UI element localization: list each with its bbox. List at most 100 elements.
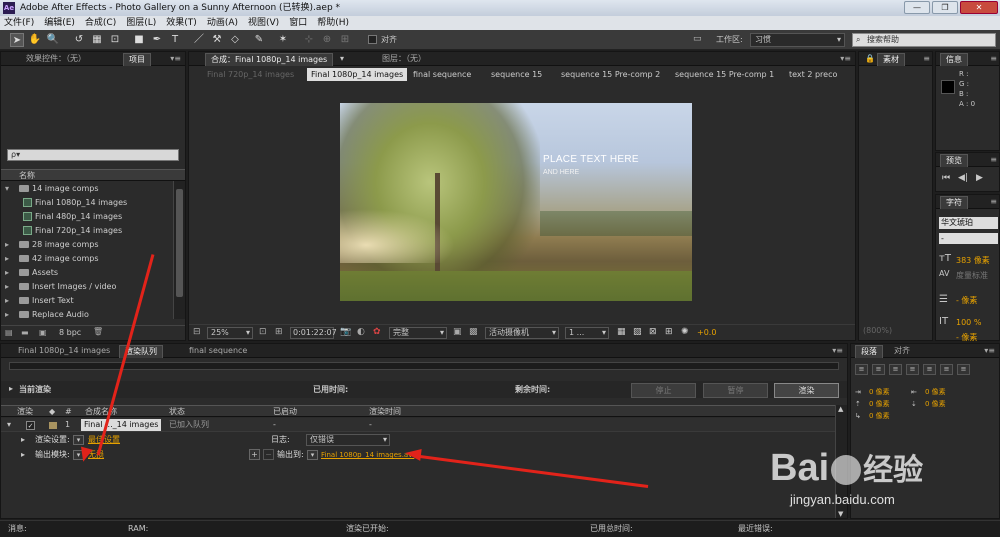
- new-folder-icon[interactable]: ▬: [21, 328, 29, 337]
- bit-depth-button[interactable]: 8 bpc: [59, 328, 81, 337]
- disclosure-closed-icon[interactable]: ▸: [5, 280, 13, 294]
- list-item[interactable]: ▸ Insert Images / video: [5, 280, 173, 294]
- list-item[interactable]: ▸ Insert Text: [5, 294, 173, 308]
- column-started[interactable]: 已启动: [273, 406, 297, 418]
- render-checkbox[interactable]: ✓: [26, 421, 35, 430]
- project-scrollbar[interactable]: [173, 181, 185, 319]
- render-button[interactable]: 渲染: [774, 383, 839, 398]
- breadcrumb-item[interactable]: final sequence: [413, 68, 471, 82]
- timecode-field[interactable]: 0:01:22:07: [290, 327, 337, 339]
- align-right-icon[interactable]: ≡: [889, 364, 902, 375]
- disclosure-closed-icon[interactable]: ▸: [5, 308, 13, 319]
- timeline-icon[interactable]: ⊠: [649, 327, 657, 337]
- tab-composition[interactable]: 合成：Final 1080p_14 images: [205, 53, 334, 66]
- font-style-select[interactable]: -: [939, 233, 998, 244]
- breadcrumb-item-active[interactable]: Final 1080p_14 images: [307, 68, 408, 81]
- roto-brush-tool-icon[interactable]: ✎: [252, 33, 266, 47]
- brush-tool-icon[interactable]: ／: [192, 33, 206, 47]
- column-render-time[interactable]: 渲染时间: [369, 406, 401, 418]
- tab-paragraph[interactable]: 段落: [855, 345, 883, 358]
- minimize-button[interactable]: —: [904, 1, 930, 14]
- tab-project[interactable]: 项目: [123, 53, 151, 66]
- disclosure-closed-icon[interactable]: ▸: [5, 238, 13, 252]
- pan-behind-tool-icon[interactable]: ⊡: [108, 33, 122, 47]
- rotate-tool-icon[interactable]: ↺: [72, 33, 86, 47]
- pen-tool-icon[interactable]: ✒: [150, 33, 164, 47]
- snap-checkbox[interactable]: [368, 35, 377, 44]
- column-index[interactable]: #: [65, 406, 72, 418]
- footage-zoom[interactable]: (800%): [863, 326, 923, 338]
- close-button[interactable]: ✕: [960, 1, 998, 14]
- justify-left-icon[interactable]: ≡: [906, 364, 919, 375]
- rectangle-tool-icon[interactable]: ■: [132, 33, 146, 47]
- tab-layer[interactable]: 图层：（无）: [377, 53, 431, 66]
- axis-mode-icon[interactable]: ⊹: [302, 33, 316, 47]
- comp-dropdown-icon[interactable]: ▾: [340, 54, 344, 63]
- render-settings-dropdown[interactable]: ▾: [73, 435, 84, 445]
- play-icon[interactable]: ▶: [976, 173, 983, 183]
- fast-preview-icon[interactable]: ▧: [633, 327, 642, 337]
- eraser-tool-icon[interactable]: ◇: [228, 33, 242, 47]
- panel-menu-icon[interactable]: ≡: [990, 155, 997, 164]
- camera-tool-icon[interactable]: ▦: [90, 33, 104, 47]
- safe-margins-icon[interactable]: ⊡: [259, 327, 267, 337]
- scroll-up-icon[interactable]: ▲: [838, 405, 843, 413]
- scrollbar-thumb[interactable]: [176, 189, 183, 297]
- new-comp-icon[interactable]: ▣: [39, 328, 47, 337]
- justify-center-icon[interactable]: ≡: [923, 364, 936, 375]
- disclosure-open-icon[interactable]: ▾: [5, 182, 13, 196]
- panel-menu-icon[interactable]: ≡: [923, 54, 930, 63]
- maximize-button[interactable]: ❐: [932, 1, 958, 14]
- log-select[interactable]: 仅错误 ▾: [306, 434, 390, 446]
- disclosure-closed-icon[interactable]: ▸: [21, 433, 25, 447]
- tab-footage[interactable]: 素材: [877, 53, 905, 66]
- expand-current-render-icon[interactable]: ▸: [9, 384, 13, 393]
- list-item[interactable]: ▸ 28 image comps: [5, 238, 173, 252]
- selection-tool-icon[interactable]: ➤: [10, 33, 24, 47]
- font-family-select[interactable]: 华文琥珀: [939, 217, 998, 229]
- add-output-module-button[interactable]: +: [249, 449, 260, 460]
- stop-button[interactable]: 停止: [631, 383, 696, 398]
- lock-icon[interactable]: 🔒: [865, 54, 875, 63]
- column-render[interactable]: 渲染: [17, 406, 33, 418]
- first-line-indent-value[interactable]: 0 像素: [869, 410, 890, 422]
- scroll-down-icon[interactable]: ▼: [838, 510, 843, 518]
- list-item[interactable]: Final 720p_14 images: [5, 224, 173, 238]
- tab-timeline-comp[interactable]: Final 1080p_14 images: [13, 345, 115, 358]
- menu-layer[interactable]: 图层(L): [126, 16, 156, 30]
- zoom-select[interactable]: 25% ▾: [207, 327, 253, 339]
- workspace-select[interactable]: 习惯 ▾: [750, 33, 845, 47]
- puppet-tool-icon[interactable]: ✶: [276, 33, 290, 47]
- disclosure-closed-icon[interactable]: ▸: [5, 266, 13, 280]
- indent-left-value[interactable]: 0 像素: [869, 386, 890, 398]
- disclosure-closed-icon[interactable]: ▸: [5, 294, 13, 308]
- kerning-value[interactable]: 度量标准: [956, 270, 988, 281]
- space-before-value[interactable]: 0 像素: [869, 398, 890, 410]
- justify-right-icon[interactable]: ≡: [940, 364, 953, 375]
- channel-icon[interactable]: ✿: [373, 327, 381, 337]
- disclosure-closed-icon[interactable]: ▸: [21, 448, 25, 462]
- list-item[interactable]: Final 480p_14 images: [5, 210, 173, 224]
- show-snapshot-icon[interactable]: ◐: [357, 327, 365, 337]
- tab-preview[interactable]: 预览: [940, 154, 968, 167]
- transparency-grid-icon[interactable]: ▩: [469, 327, 478, 337]
- panel-menu-icon[interactable]: ▾≡: [170, 54, 181, 63]
- menu-view[interactable]: 视图(V): [248, 16, 279, 30]
- region-of-interest-icon[interactable]: ▣: [453, 327, 462, 337]
- font-size-value[interactable]: 383 像素: [956, 255, 990, 266]
- tab-align[interactable]: 对齐: [889, 345, 915, 358]
- panel-menu-icon[interactable]: ≡: [990, 54, 997, 63]
- baseline-value[interactable]: - 像素: [956, 332, 977, 343]
- tab-info[interactable]: 信息: [940, 53, 968, 66]
- breadcrumb-item[interactable]: sequence 15 Pre-comp 1: [675, 68, 774, 82]
- column-status[interactable]: 状态: [169, 406, 185, 418]
- align-center-icon[interactable]: ≡: [872, 364, 885, 375]
- interpret-footage-icon[interactable]: ▤: [5, 328, 13, 337]
- exposure-icon[interactable]: ✺: [681, 327, 689, 337]
- indent-right-value[interactable]: 0 像素: [925, 386, 946, 398]
- toggle-pixel-aspect-icon[interactable]: ▦: [617, 327, 626, 337]
- panel-menu-icon[interactable]: ▾≡: [984, 346, 995, 355]
- world-axis-icon[interactable]: ⊕: [320, 33, 334, 47]
- view-axis-icon[interactable]: ⊞: [338, 33, 352, 47]
- list-item[interactable]: ▸ Replace Audio: [5, 308, 173, 319]
